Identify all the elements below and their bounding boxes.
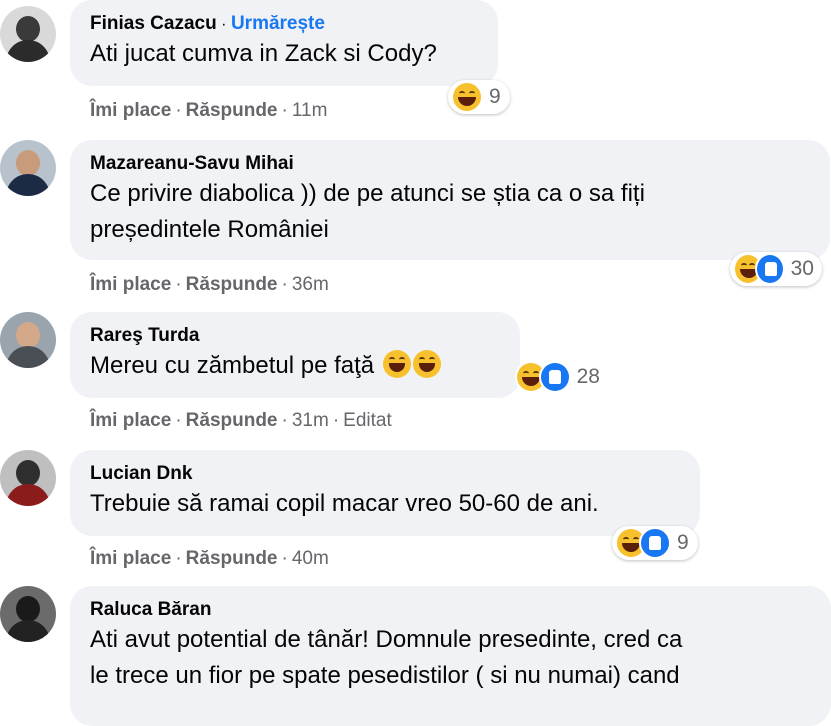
timestamp[interactable]: 36m (292, 274, 329, 295)
author-name[interactable]: Rareş Turda (90, 324, 500, 348)
author-name[interactable]: Mazareanu-Savu Mihai (90, 152, 810, 176)
like-icon (639, 527, 671, 559)
reactions-summary[interactable]: 9 (612, 526, 698, 560)
comment-text-content: Mereu cu zămbetul pe faţă (90, 352, 375, 379)
author-name[interactable]: Raluca Băran (90, 598, 811, 622)
author-name[interactable]: Lucian Dnk (90, 462, 680, 486)
comment-text: Ati jucat cumva in Zack si Cody? (90, 40, 437, 67)
timestamp[interactable]: 11m (292, 100, 328, 121)
like-button[interactable]: Îmi place (90, 548, 171, 569)
comment-bubble: Finias Cazacu · Urmărește Ati jucat cumv… (70, 0, 498, 86)
avatar[interactable] (0, 312, 56, 368)
comment-actions: Îmi place · Răspunde · 40m (90, 548, 329, 569)
rofl-emoji-icon (412, 350, 441, 378)
reaction-count: 9 (677, 531, 689, 554)
like-button[interactable]: Îmi place (90, 100, 171, 121)
reactions-summary[interactable]: 30 (730, 252, 822, 286)
reaction-count: 28 (576, 365, 600, 388)
reactions-summary[interactable]: 9 (448, 80, 510, 114)
reactions-summary[interactable]: 28 (512, 360, 608, 394)
like-icon (754, 253, 785, 285)
comment-text-line: le trece un fior pe spate pesedistilor (… (90, 662, 680, 689)
comment-bubble: Mazareanu-Savu Mihai Ce privire diabolic… (70, 140, 830, 260)
reply-button[interactable]: Răspunde (186, 410, 278, 431)
avatar[interactable] (0, 586, 56, 642)
like-icon (538, 361, 571, 393)
comment-actions: Îmi place · Răspunde · 11m (90, 100, 328, 121)
comment-actions: Îmi place · Răspunde · 36m (90, 274, 329, 295)
author-name[interactable]: Finias Cazacu (90, 13, 217, 34)
comment-text: Trebuie să ramai copil macar vreo 50-60 … (90, 490, 599, 517)
like-button[interactable]: Îmi place (90, 410, 171, 431)
avatar[interactable] (0, 450, 56, 506)
separator: · (221, 16, 227, 33)
reply-button[interactable]: Răspunde (186, 548, 278, 569)
comment-text: Mereu cu zămbetul pe faţă (90, 348, 500, 384)
comment-actions: Îmi place · Răspunde · 31m · Editat (90, 410, 392, 431)
comment-text-line: Ati avut potential de tânăr! Domnule pre… (90, 626, 683, 653)
reply-button[interactable]: Răspunde (186, 274, 278, 295)
reaction-count: 30 (790, 257, 814, 280)
comment-bubble: Raluca Băran Ati avut potential de tânăr… (70, 586, 831, 726)
avatar[interactable] (0, 140, 56, 196)
comment-text-line: președintele României (90, 216, 329, 243)
timestamp[interactable]: 40m (292, 548, 329, 569)
timestamp[interactable]: 31m (292, 410, 329, 431)
follow-link[interactable]: Urmărește (231, 13, 325, 34)
comment-bubble: Lucian Dnk Trebuie să ramai copil macar … (70, 450, 700, 536)
comment-bubble: Rareş Turda Mereu cu zămbetul pe faţă (70, 312, 520, 398)
haha-icon (451, 81, 483, 113)
reaction-count: 9 (489, 85, 501, 108)
avatar[interactable] (0, 6, 56, 62)
like-button[interactable]: Îmi place (90, 274, 171, 295)
rofl-emoji-icon (382, 350, 411, 378)
edited-label: Editat (343, 410, 392, 431)
reply-button[interactable]: Răspunde (186, 100, 278, 121)
comment-text-line: Ce privire diabolica )) de pe atunci se … (90, 180, 645, 207)
